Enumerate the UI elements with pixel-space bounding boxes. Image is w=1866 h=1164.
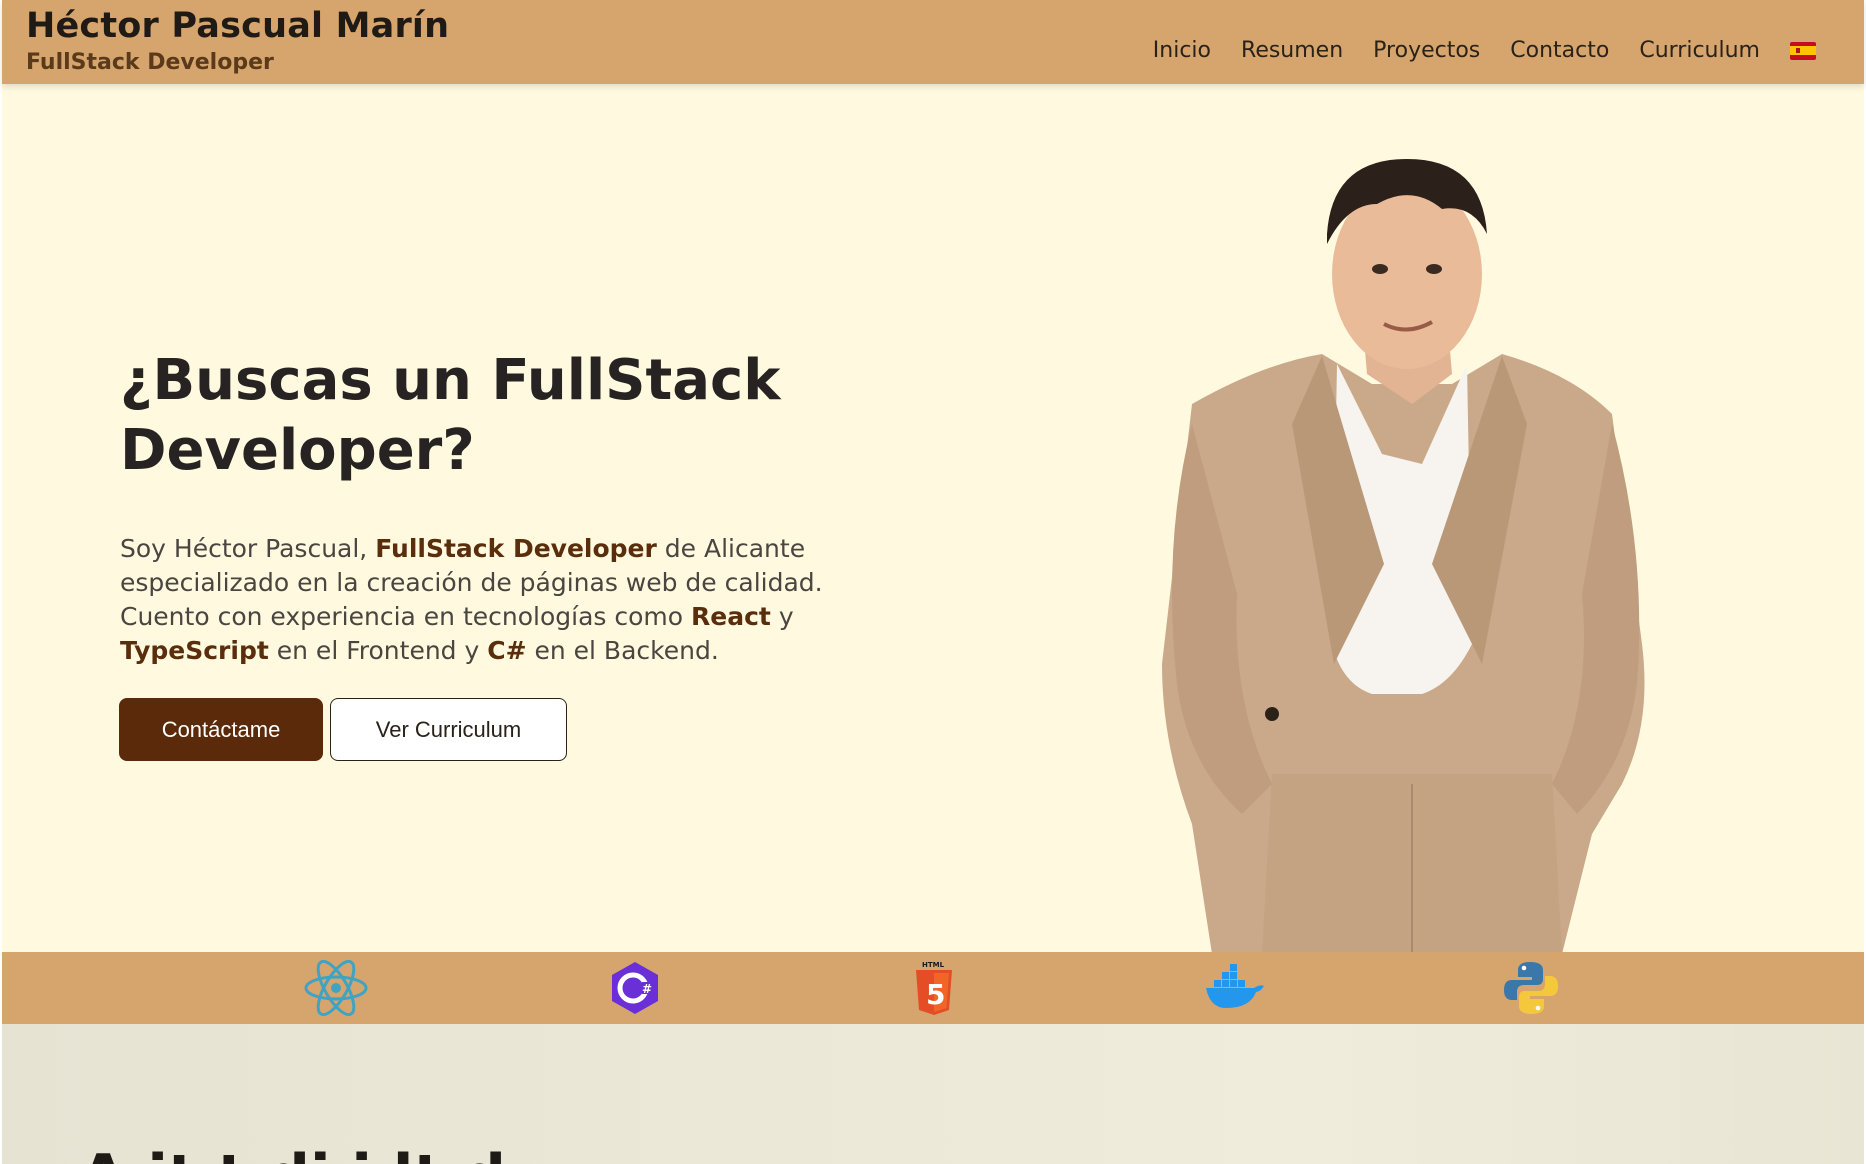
profile-photo bbox=[1162, 159, 1645, 952]
site-header: Héctor Pascual Marín FullStack Developer… bbox=[2, 0, 1864, 84]
intro-highlight-role: FullStack Developer bbox=[375, 534, 657, 563]
intro-highlight-typescript: TypeScript bbox=[120, 636, 269, 665]
csharp-icon: # bbox=[600, 958, 670, 1018]
spain-flag-icon[interactable] bbox=[1790, 41, 1816, 60]
python-icon bbox=[1496, 958, 1566, 1018]
svg-text:5: 5 bbox=[926, 978, 945, 1011]
hero-section: ¿Buscas un FullStack Developer? Soy Héct… bbox=[2, 84, 1864, 952]
hero-title: ¿Buscas un FullStack Developer? bbox=[120, 348, 781, 483]
nav-link-resumen[interactable]: Resumen bbox=[1241, 38, 1343, 63]
page: Héctor Pascual Marín FullStack Developer… bbox=[0, 0, 1866, 1164]
intro-text: Soy Héctor Pascual, bbox=[120, 534, 376, 563]
nav-link-inicio[interactable]: Inicio bbox=[1153, 38, 1211, 63]
intro-text: en el Frontend y bbox=[268, 636, 488, 665]
contact-button[interactable]: Contáctame bbox=[119, 698, 323, 761]
intro-text: y bbox=[770, 602, 794, 631]
react-icon bbox=[301, 958, 371, 1018]
main-nav: Inicio Resumen Proyectos Contacto Curric… bbox=[1153, 38, 1816, 63]
next-section-title: A it t di i lt d bbox=[80, 1142, 506, 1164]
brand-role: FullStack Developer bbox=[26, 50, 274, 75]
svg-text:HTML: HTML bbox=[922, 961, 945, 969]
docker-icon bbox=[1198, 958, 1268, 1018]
next-section: A it t di i lt d bbox=[2, 1024, 1864, 1164]
intro-highlight-react: React bbox=[691, 602, 771, 631]
html5-icon: HTML 5 bbox=[899, 958, 969, 1018]
nav-link-curriculum[interactable]: Curriculum bbox=[1639, 38, 1760, 63]
brand-name[interactable]: Héctor Pascual Marín bbox=[26, 6, 449, 46]
nav-link-contacto[interactable]: Contacto bbox=[1510, 38, 1609, 63]
view-cv-button[interactable]: Ver Curriculum bbox=[330, 698, 567, 761]
tech-stack-bar: # HTML 5 bbox=[2, 952, 1864, 1024]
hero-intro: Soy Héctor Pascual, FullStack Developer … bbox=[120, 532, 900, 668]
intro-highlight-csharp: C# bbox=[487, 636, 527, 665]
nav-link-proyectos[interactable]: Proyectos bbox=[1373, 38, 1480, 63]
intro-text: en el Backend. bbox=[526, 636, 719, 665]
svg-text:#: # bbox=[642, 982, 652, 996]
